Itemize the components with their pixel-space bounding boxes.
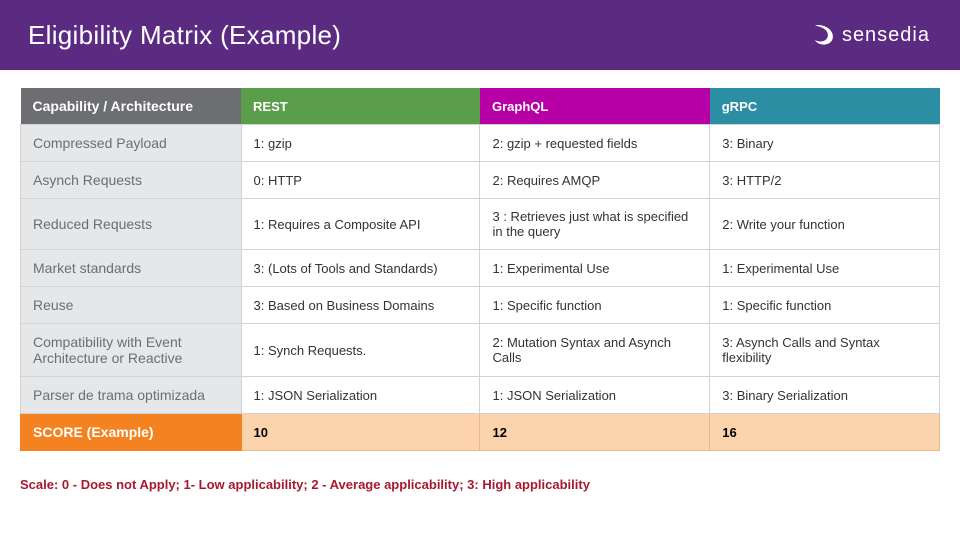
rest-cell: 3: (Lots of Tools and Standards) [241,250,480,287]
score-label: SCORE (Example) [21,414,242,451]
gql-cell: 2: gzip + requested fields [480,125,710,162]
table-row: Asynch Requests 0: HTTP 2: Requires AMQP… [21,162,940,199]
rest-cell: 0: HTTP [241,162,480,199]
rest-cell: 1: Synch Requests. [241,324,480,377]
score-row: SCORE (Example) 10 12 16 [21,414,940,451]
gql-cell: 3 : Retrieves just what is specified in … [480,199,710,250]
grpc-cell: 1: Experimental Use [710,250,940,287]
gql-cell: 1: Specific function [480,287,710,324]
table-row: Compatibility with Event Architecture or… [21,324,940,377]
cap-cell: Asynch Requests [21,162,242,199]
cap-cell: Compatibility with Event Architecture or… [21,324,242,377]
score-gql: 12 [480,414,710,451]
rest-cell: 1: gzip [241,125,480,162]
rest-cell: 1: JSON Serialization [241,377,480,414]
brand-name: sensedia [842,24,930,47]
gql-cell: 2: Requires AMQP [480,162,710,199]
table-row: Parser de trama optimizada 1: JSON Seria… [21,377,940,414]
grpc-cell: 1: Specific function [710,287,940,324]
table-row: Market standards 3: (Lots of Tools and S… [21,250,940,287]
sensedia-icon [810,22,836,48]
slide-header: Eligibility Matrix (Example) sensedia [0,0,960,70]
table-body: Compressed Payload 1: gzip 2: gzip + req… [21,125,940,451]
grpc-cell: 3: Binary [710,125,940,162]
table-row: Reduced Requests 1: Requires a Composite… [21,199,940,250]
cap-cell: Reduced Requests [21,199,242,250]
cap-cell: Reuse [21,287,242,324]
table-row: Reuse 3: Based on Business Domains 1: Sp… [21,287,940,324]
col-graphql: GraphQL [480,88,710,125]
grpc-cell: 3: Binary Serialization [710,377,940,414]
brand-logo: sensedia [810,22,930,48]
rest-cell: 1: Requires a Composite API [241,199,480,250]
score-rest: 10 [241,414,480,451]
cap-cell: Market standards [21,250,242,287]
grpc-cell: 2: Write your function [710,199,940,250]
grpc-cell: 3: HTTP/2 [710,162,940,199]
cap-cell: Compressed Payload [21,125,242,162]
cap-cell: Parser de trama optimizada [21,377,242,414]
eligibility-table: Capability / Architecture REST GraphQL g… [20,88,940,451]
table-header-row: Capability / Architecture REST GraphQL g… [21,88,940,125]
gql-cell: 1: Experimental Use [480,250,710,287]
col-rest: REST [241,88,480,125]
page-title: Eligibility Matrix (Example) [28,20,341,51]
grpc-cell: 3: Asynch Calls and Syntax flexibility [710,324,940,377]
rest-cell: 3: Based on Business Domains [241,287,480,324]
table-row: Compressed Payload 1: gzip 2: gzip + req… [21,125,940,162]
col-grpc: gRPC [710,88,940,125]
content-area: Capability / Architecture REST GraphQL g… [0,70,960,461]
score-grpc: 16 [710,414,940,451]
col-capability: Capability / Architecture [21,88,242,125]
gql-cell: 1: JSON Serialization [480,377,710,414]
scale-legend: Scale: 0 - Does not Apply; 1- Low applic… [0,461,960,492]
gql-cell: 2: Mutation Syntax and Asynch Calls [480,324,710,377]
